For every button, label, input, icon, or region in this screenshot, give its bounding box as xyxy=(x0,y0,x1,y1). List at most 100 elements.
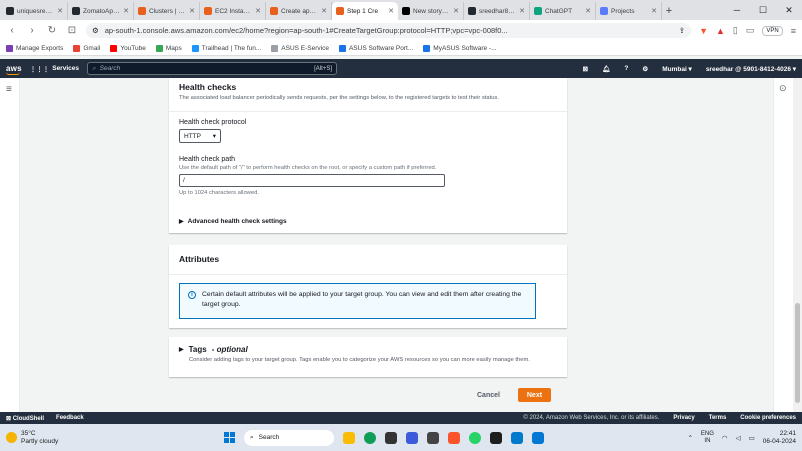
bookmark-item[interactable]: YouTube xyxy=(110,44,146,52)
page-scrollbar[interactable] xyxy=(793,78,802,412)
windows-start-icon[interactable] xyxy=(224,432,235,443)
cookie-preferences-link[interactable]: Cookie preferences xyxy=(740,415,796,421)
sidebar-icon[interactable]: ▯ xyxy=(733,25,738,36)
photo-editor-icon[interactable] xyxy=(406,431,418,444)
protocol-select[interactable]: HTTP ▾ xyxy=(179,129,221,143)
region-selector[interactable]: Mumbai ▾ xyxy=(662,65,692,73)
cloudshell-link[interactable]: ⊠ CloudShell xyxy=(6,415,44,422)
advanced-settings-expander[interactable]: ▶ Advanced health check settings xyxy=(179,218,287,225)
url-text[interactable]: ap-south-1.console.aws.amazon.com/ec2/ho… xyxy=(105,26,673,35)
tags-expander[interactable]: ▶ Tags - optional xyxy=(179,345,557,354)
tab-close-icon[interactable]: ✕ xyxy=(453,7,459,15)
hamburger-icon[interactable]: ≡ xyxy=(6,84,12,95)
date: 06-04-2024 xyxy=(762,437,796,445)
site-info-icon[interactable]: ⚙ xyxy=(92,26,99,35)
tab-favicon-icon xyxy=(336,7,344,15)
forward-icon[interactable]: › xyxy=(26,25,38,36)
browser-tab[interactable]: ChatGPT ✕ xyxy=(530,2,596,20)
brave-rewards-icon[interactable]: ▲ xyxy=(716,26,725,36)
battery-icon[interactable]: ▭ xyxy=(749,434,755,442)
weather-widget[interactable]: 35°C Partly cloudy xyxy=(6,430,156,446)
vscode-icon[interactable] xyxy=(511,431,523,444)
terminal-icon[interactable] xyxy=(490,431,502,444)
system-tray: ⌃ ENG IN ◠ ◁ ▭ 22:41 06-04-2024 xyxy=(687,430,796,446)
close-window-icon[interactable]: ✕ xyxy=(776,0,802,20)
vpn-button[interactable]: VPN xyxy=(762,25,783,36)
url-bar[interactable]: ⚙ ap-south-1.console.aws.amazon.com/ec2/… xyxy=(86,23,692,38)
path-input[interactable]: / xyxy=(179,174,445,187)
settings-icon[interactable]: ⚙ xyxy=(642,65,648,73)
attributes-panel: Attributes i Certain default attributes … xyxy=(169,245,567,328)
browser-tab[interactable]: ZomatoApp-C ✕ xyxy=(68,2,134,20)
tab-close-icon[interactable]: ✕ xyxy=(255,7,261,15)
privacy-link[interactable]: Privacy xyxy=(673,415,694,421)
bookmark-item[interactable]: ASUS E-Service xyxy=(271,44,329,52)
wallet-icon[interactable]: ▭ xyxy=(746,25,755,36)
brave-browser-icon[interactable] xyxy=(448,431,460,444)
menu-icon[interactable]: ≡ xyxy=(791,26,796,36)
app-icon[interactable] xyxy=(427,431,439,444)
reload-icon[interactable]: ↻ xyxy=(46,25,58,36)
feedback-link[interactable]: Feedback xyxy=(56,415,84,421)
address-bar-row: ‹ › ↻ ⊡ ⚙ ap-south-1.console.aws.amazon.… xyxy=(0,20,802,41)
bookmark-item[interactable]: Gmail xyxy=(73,44,100,52)
tab-label: ZomatoApp-C xyxy=(83,7,121,15)
tab-favicon-icon xyxy=(138,7,146,15)
browser-tab[interactable]: uniquesreedhar✕ xyxy=(2,2,68,20)
browser-tab[interactable]: Projects ✕ xyxy=(596,2,662,20)
taskbar-search[interactable]: ⌕ Search xyxy=(244,429,334,446)
cloudshell-icon[interactable]: ⊠ xyxy=(583,65,588,73)
search-placeholder: Search xyxy=(99,65,121,72)
tab-close-icon[interactable]: ✕ xyxy=(189,7,195,15)
aws-logo[interactable]: aws xyxy=(6,64,22,75)
bookmark-page-icon[interactable]: ⊡ xyxy=(66,25,78,36)
next-button[interactable]: Next xyxy=(517,388,551,402)
whatsapp-icon[interactable] xyxy=(469,431,481,444)
bookmark-item[interactable]: Maps xyxy=(155,44,182,52)
terms-link[interactable]: Terms xyxy=(709,415,727,421)
tab-label: sreedhar8897/ xyxy=(479,7,516,15)
bookmark-item[interactable]: ASUS Software Port... xyxy=(338,44,413,52)
info-panel-icon[interactable]: ⊙ xyxy=(779,83,787,94)
tab-close-icon[interactable]: ✕ xyxy=(651,7,657,15)
services-menu[interactable]: ⋮⋮⋮ Services xyxy=(30,65,79,73)
file-explorer-icon[interactable] xyxy=(343,431,355,444)
help-icon[interactable]: ? xyxy=(624,65,628,72)
bookmark-item[interactable]: Manage Exports xyxy=(6,44,63,52)
tab-close-icon[interactable]: ✕ xyxy=(585,7,591,15)
scrollbar-thumb[interactable] xyxy=(795,303,800,403)
tab-close-icon[interactable]: ✕ xyxy=(388,7,394,15)
cancel-button[interactable]: Cancel xyxy=(471,389,506,402)
browser-tab[interactable]: New story – M✕ xyxy=(398,2,464,20)
bookmark-item[interactable]: MyASUS Software -... xyxy=(423,44,497,52)
tab-close-icon[interactable]: ✕ xyxy=(519,7,525,15)
tab-label: Create applicat xyxy=(281,7,318,15)
bookmark-label: YouTube xyxy=(120,44,146,52)
notes-app-icon[interactable] xyxy=(532,431,544,444)
clock[interactable]: 22:41 06-04-2024 xyxy=(763,430,796,446)
notifications-icon[interactable]: 🔔︎ xyxy=(602,65,610,73)
brave-shield-icon[interactable]: ▼ xyxy=(699,26,708,36)
new-tab-button[interactable]: + xyxy=(662,2,676,20)
camera-app-icon[interactable] xyxy=(385,431,397,444)
browser-tab[interactable]: sreedhar8897/✕ xyxy=(464,2,530,20)
tab-close-icon[interactable]: ✕ xyxy=(321,7,327,15)
browser-tab[interactable]: Create applicat✕ xyxy=(266,2,332,20)
minimize-icon[interactable]: ─ xyxy=(724,0,750,20)
maximize-icon[interactable]: ☐ xyxy=(750,0,776,20)
browser-tab[interactable]: Step 1 Cre ✕ xyxy=(332,2,398,20)
account-menu[interactable]: sreedhar @ 5901-8412-4026 ▾ xyxy=(706,65,796,73)
edge-icon[interactable] xyxy=(364,431,376,444)
aws-search-input[interactable]: ⌕ Search [Alt+S] xyxy=(86,62,337,75)
tab-close-icon[interactable]: ✕ xyxy=(57,7,63,15)
tab-close-icon[interactable]: ✕ xyxy=(123,7,129,15)
share-icon[interactable]: ⇪ xyxy=(679,26,685,35)
browser-tab[interactable]: Clusters | Elasti✕ xyxy=(134,2,200,20)
chevron-up-icon[interactable]: ⌃ xyxy=(687,434,692,442)
language-indicator[interactable]: ENG IN xyxy=(701,431,714,445)
browser-tab[interactable]: EC2 Instance C✕ xyxy=(200,2,266,20)
volume-icon[interactable]: ◁ xyxy=(736,434,741,442)
bookmark-item[interactable]: Trailhead | The fun... xyxy=(191,44,261,52)
wifi-icon[interactable]: ◠ xyxy=(722,434,728,442)
back-icon[interactable]: ‹ xyxy=(6,25,18,36)
